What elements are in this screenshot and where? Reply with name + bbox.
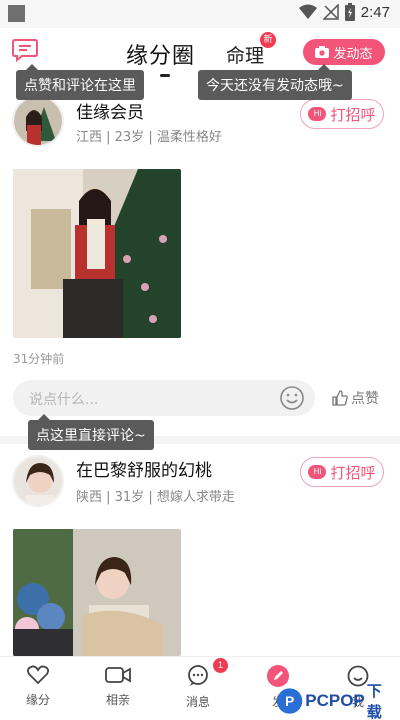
tab-fate-circle[interactable]: 缘分圈	[126, 38, 195, 70]
nav-label-blind-date: 相亲	[105, 693, 130, 707]
greet-button-label: 打招呼	[330, 463, 376, 482]
avatar-image	[14, 97, 62, 145]
greet-button[interactable]: Hi 打招呼	[300, 457, 384, 487]
avatar[interactable]	[12, 455, 64, 507]
camera-icon	[315, 46, 330, 58]
like-button-label: 点赞	[351, 391, 379, 407]
pcpop-logo-icon: P	[276, 688, 303, 714]
post-author-name[interactable]: 在巴黎舒服的幻桃	[76, 456, 212, 481]
post-time: 31分钟前	[13, 352, 65, 366]
nav-item-blind-date[interactable]: 相亲	[88, 665, 148, 708]
pcpop-watermark: P PCPOP 下载	[276, 682, 396, 720]
post-photo-image	[13, 169, 181, 338]
message-badge: 1	[213, 658, 228, 673]
nav-label-fate: 缘分	[25, 693, 50, 707]
heart-icon	[26, 665, 50, 685]
battery-icon	[344, 3, 355, 21]
clock: 2:47	[360, 3, 390, 21]
tooltip-no-posts-text: 今天还没有发动态哦~	[206, 78, 344, 94]
new-badge: 新	[260, 32, 276, 48]
tooltip-comment: 点这里直接评论~	[28, 414, 154, 450]
nav-item-fate[interactable]: 缘分	[8, 665, 68, 708]
message-icon	[188, 665, 208, 686]
tab-fortune[interactable]: 命理	[226, 41, 264, 68]
post-photo[interactable]	[13, 529, 181, 656]
comment-placeholder: 说点什么...	[29, 392, 99, 408]
tooltip-like-comment-text: 点赞和评论在这里	[24, 78, 136, 94]
post-photo[interactable]	[13, 169, 181, 338]
like-button[interactable]: 点赞	[332, 388, 379, 408]
post-author-meta: 江西 | 23岁 | 温柔性格好	[76, 130, 222, 145]
hi-icon: Hi	[308, 107, 327, 121]
emoji-icon[interactable]	[279, 385, 305, 411]
status-bar: 2:47	[0, 0, 400, 28]
post-author-meta: 陕西 | 31岁 | 想嫁人求带走	[76, 490, 235, 505]
video-icon	[105, 667, 131, 683]
greet-button-label: 打招呼	[330, 105, 376, 124]
chat-icon[interactable]	[12, 38, 38, 62]
avatar-image	[14, 457, 62, 505]
post-button-label: 发动态	[333, 46, 373, 62]
post-button[interactable]: 发动态	[303, 39, 385, 65]
post-photo-image	[13, 529, 181, 656]
status-icons: 2:47	[298, 3, 390, 21]
nav-label-messages: 消息	[185, 695, 210, 709]
watermark-suffix: 下载	[366, 682, 382, 720]
avatar[interactable]	[12, 95, 64, 147]
wifi-icon	[298, 4, 317, 19]
signal-icon	[322, 4, 339, 20]
hi-icon: Hi	[308, 465, 327, 479]
thumbs-up-icon	[332, 390, 348, 406]
tab-indicator	[160, 74, 170, 77]
tooltip-no-posts: 今天还没有发动态哦~	[198, 64, 352, 100]
svg-text:P: P	[285, 694, 294, 709]
notification-icon	[8, 5, 25, 22]
tooltip-like-comment: 点赞和评论在这里	[16, 64, 144, 100]
tooltip-comment-text: 点这里直接评论~	[36, 428, 146, 444]
comment-input[interactable]: 说点什么...	[13, 380, 315, 416]
watermark-brand: PCPOP	[305, 691, 365, 710]
post-author-name[interactable]: 佳缘会员	[76, 98, 144, 123]
greet-button[interactable]: Hi 打招呼	[300, 99, 384, 129]
